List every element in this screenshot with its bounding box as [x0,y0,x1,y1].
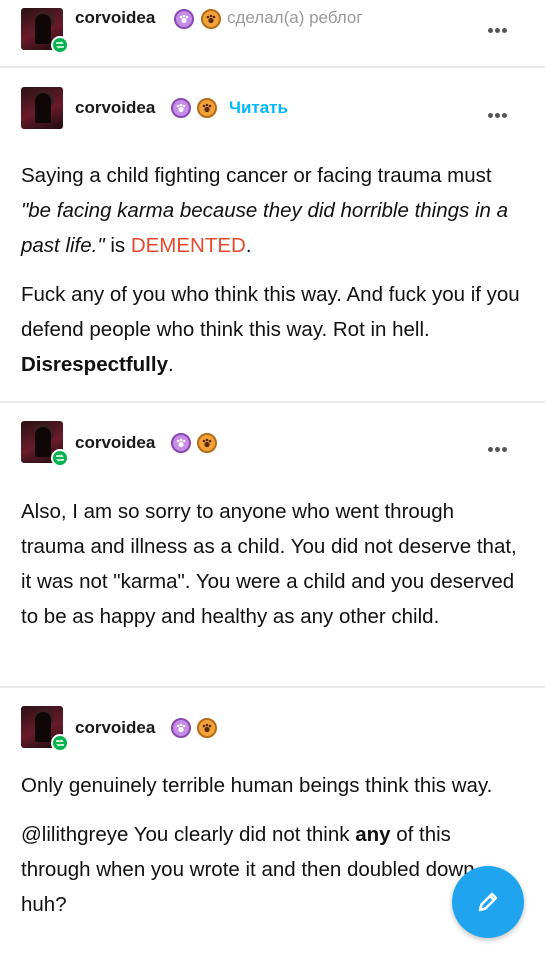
username[interactable]: corvoidea [75,8,155,28]
follow-button[interactable]: Читать [229,98,288,118]
more-horizontal-icon[interactable] [488,437,510,452]
divider [0,401,545,403]
reblog-icon [51,36,69,54]
purple-paw-badge-icon[interactable] [171,433,191,453]
divider [0,686,545,688]
pencil-icon [478,892,498,912]
divider [0,66,545,68]
orange-paw-badge-icon[interactable] [197,98,217,118]
post-body: Saying a child fighting cancer or facing… [21,158,521,382]
avatar[interactable] [21,87,63,129]
purple-paw-badge-icon[interactable] [171,718,191,738]
text-run: is [104,234,131,257]
text-run: Fuck any of you who think this way. And … [21,283,520,341]
post-body: Only genuinely terrible human beings thi… [21,768,521,922]
post-header: corvoidea Читать [21,87,531,131]
reblog-icon [51,449,69,467]
orange-paw-badge-icon[interactable] [201,9,221,29]
username[interactable]: corvoidea [75,718,155,738]
post-paragraph: Only genuinely terrible human beings thi… [21,774,493,797]
username[interactable]: corvoidea [75,433,155,453]
post-body: Also, I am so sorry to anyone who went t… [21,494,521,634]
post-paragraph: Fuck any of you who think this way. And … [21,277,521,382]
post-header: corvoidea [21,421,531,467]
purple-paw-badge-icon[interactable] [174,9,194,29]
more-horizontal-icon[interactable] [488,18,510,33]
post-paragraph: Also, I am so sorry to anyone who went t… [21,500,517,628]
orange-paw-badge-icon[interactable] [197,433,217,453]
bold-text: Disrespectfully [21,353,168,376]
reblogged-label: сделал(а) реблог [227,8,363,27]
reblog-icon [51,734,69,752]
reblog-header: corvoidea сделал(а) реблог [21,8,531,54]
post-paragraph: @lilithgreye You clearly did not think a… [21,817,521,922]
post-header: corvoidea [21,706,531,752]
text-run: @lilithgreye You clearly did not think [21,823,356,846]
more-horizontal-icon[interactable] [488,103,510,118]
compose-button[interactable] [452,866,524,938]
text-run: . [245,234,252,257]
purple-paw-badge-icon[interactable] [171,98,191,118]
username[interactable]: corvoidea [75,98,155,118]
orange-paw-badge-icon[interactable] [197,718,217,738]
bold-text: any [355,823,391,846]
text-run: Saying a child fighting cancer or facing… [21,164,492,187]
text-run: . [167,353,174,376]
post-paragraph: Saying a child fighting cancer or facing… [21,158,521,263]
quote-text: "be facing karma because they did horrib… [21,199,509,257]
emphasis-text: DEMENTED [130,234,246,257]
